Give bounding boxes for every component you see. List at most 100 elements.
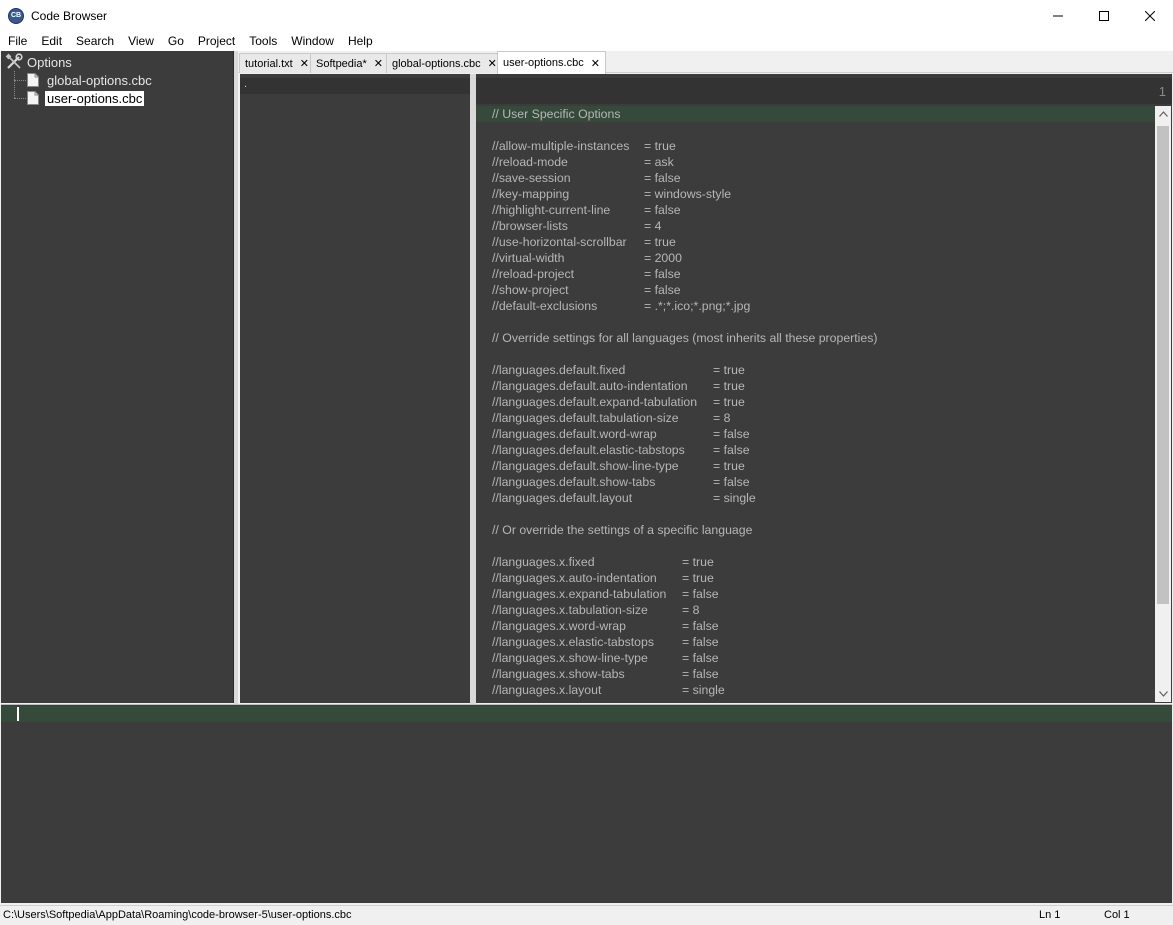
code-key: //languages.x.show-tabs bbox=[492, 667, 625, 681]
tools-icon bbox=[5, 53, 23, 69]
minimize-button[interactable] bbox=[1035, 0, 1081, 31]
close-tab-icon[interactable]: ✕ bbox=[591, 57, 600, 70]
tree-item-label: global-options.cbc bbox=[47, 72, 152, 88]
minimize-icon bbox=[1053, 15, 1063, 16]
tab-label: Softpedia* bbox=[316, 57, 367, 70]
code-value: = 8 bbox=[713, 411, 731, 425]
code-value: = .*;*.ico;*.png;*.jpg bbox=[644, 299, 751, 313]
code-value: = windows-style bbox=[644, 187, 732, 201]
code-key: //languages.default.auto-indentation bbox=[492, 379, 688, 393]
tab-label: tutorial.txt bbox=[245, 57, 293, 70]
code-editor[interactable]: 1 // User Specific Options //allow-multip… bbox=[476, 74, 1172, 703]
code-value: = 8 bbox=[682, 603, 700, 617]
code-value: = false bbox=[644, 283, 681, 297]
maximize-button[interactable] bbox=[1081, 0, 1127, 31]
code-key: //show-project bbox=[492, 283, 569, 297]
tab-tutorial[interactable]: tutorial.txt ✕ bbox=[239, 53, 315, 73]
menu-tools[interactable]: Tools bbox=[242, 31, 284, 51]
editor-tab-bar: tutorial.txt ✕ Softpedia* ✕ global-optio… bbox=[238, 51, 1173, 74]
code-key: //languages.default.elastic-tabstops bbox=[492, 443, 685, 457]
code-key: //languages.default.show-tabs bbox=[492, 475, 656, 489]
code-key: //languages.default.tabulation-size bbox=[492, 411, 679, 425]
tab-user-options[interactable]: user-options.cbc ✕ bbox=[497, 51, 606, 74]
close-tab-icon[interactable]: ✕ bbox=[488, 57, 497, 70]
close-icon bbox=[1145, 10, 1155, 21]
code-value: = false bbox=[713, 475, 750, 489]
tree-item-label: user-options.cbc bbox=[45, 90, 145, 106]
tree-root-label: Options bbox=[27, 54, 72, 70]
code-value: = false bbox=[682, 667, 719, 681]
code-key: //reload-mode bbox=[492, 155, 568, 169]
code-value: = false bbox=[682, 635, 719, 649]
tab-softpedia[interactable]: Softpedia* ✕ bbox=[310, 53, 389, 73]
close-tab-icon[interactable]: ✕ bbox=[300, 57, 309, 70]
tab-global-options[interactable]: global-options.cbc ✕ bbox=[386, 53, 503, 73]
command-input-line[interactable] bbox=[1, 706, 1172, 722]
code-value: = true bbox=[644, 139, 676, 153]
command-pane[interactable] bbox=[1, 704, 1172, 903]
code-value: = 2000 bbox=[644, 251, 682, 265]
editor-header: 1 bbox=[476, 78, 1172, 104]
close-tab-icon[interactable]: ✕ bbox=[374, 57, 383, 70]
code-key: //languages.x.expand-tabulation bbox=[492, 587, 667, 601]
window-title: Code Browser bbox=[31, 8, 108, 23]
code-key: //virtual-width bbox=[492, 251, 565, 265]
menu-window[interactable]: Window bbox=[284, 31, 341, 51]
tree-item-user-options[interactable]: user-options.cbc bbox=[27, 89, 145, 107]
code-key: //browser-lists bbox=[492, 219, 568, 233]
tree-connector bbox=[14, 80, 26, 81]
options-tree-panel: Options global-options.cbc user-options.… bbox=[1, 51, 234, 703]
menu-help[interactable]: Help bbox=[341, 31, 380, 51]
status-line: Ln 1 bbox=[1039, 909, 1061, 921]
code-key: //use-horizontal-scrollbar bbox=[492, 235, 627, 249]
file-icon bbox=[27, 73, 39, 87]
code-key: //languages.x.auto-indentation bbox=[492, 571, 657, 585]
code-key: //languages.x.layout bbox=[492, 683, 602, 697]
code-value: = true bbox=[644, 235, 676, 249]
code-value: = true bbox=[713, 379, 745, 393]
status-file-path: C:\Users\Softpedia\AppData\Roaming\code-… bbox=[3, 909, 352, 921]
menu-project[interactable]: Project bbox=[191, 31, 242, 51]
menu-view[interactable]: View bbox=[121, 31, 161, 51]
text-caret bbox=[17, 707, 19, 721]
code-value: = false bbox=[713, 427, 750, 441]
code-key: // Override settings for all languages (… bbox=[492, 331, 878, 345]
menu-file[interactable]: File bbox=[1, 31, 34, 51]
pane-splitter[interactable] bbox=[234, 51, 238, 704]
browser-list-pane[interactable]: . bbox=[240, 74, 470, 703]
code-value: = single bbox=[682, 683, 725, 697]
code-key: //languages.default.layout bbox=[492, 491, 633, 505]
list-filter-field[interactable]: . bbox=[240, 78, 470, 94]
code-key: //allow-multiple-instances bbox=[492, 139, 630, 153]
code-value: = false bbox=[682, 587, 719, 601]
tree-item-global-options[interactable]: global-options.cbc bbox=[27, 71, 154, 89]
scroll-thumb[interactable] bbox=[1157, 126, 1169, 604]
code-key: //languages.default.fixed bbox=[492, 363, 626, 377]
tab-label: user-options.cbc bbox=[503, 57, 584, 69]
menu-edit[interactable]: Edit bbox=[34, 31, 69, 51]
code-value: = true bbox=[682, 555, 714, 569]
current-line-number: 1 bbox=[1158, 84, 1166, 99]
title-bar: CB Code Browser bbox=[0, 0, 1173, 31]
code-text-area[interactable]: // User Specific Options //allow-multiple… bbox=[476, 104, 1156, 703]
chevron-down-icon bbox=[1158, 691, 1168, 697]
code-key: //key-mapping bbox=[492, 187, 570, 201]
code-value: = false bbox=[644, 267, 681, 281]
code-value: = 4 bbox=[644, 219, 662, 233]
menu-search[interactable]: Search bbox=[69, 31, 121, 51]
tree-root-options[interactable]: Options bbox=[5, 53, 72, 71]
chevron-up-icon bbox=[1158, 111, 1168, 117]
code-key: //languages.x.show-line-type bbox=[492, 651, 648, 665]
menu-bar: File Edit Search View Go Project Tools W… bbox=[0, 31, 1173, 51]
editor-vertical-scrollbar[interactable] bbox=[1155, 106, 1171, 702]
tree-connector bbox=[14, 71, 15, 98]
code-key: // User Specific Options bbox=[492, 107, 621, 121]
scroll-down-button[interactable] bbox=[1155, 686, 1171, 702]
scroll-up-button[interactable] bbox=[1155, 106, 1171, 122]
status-bar: C:\Users\Softpedia\AppData\Roaming\code-… bbox=[0, 905, 1173, 925]
code-value: = false bbox=[644, 171, 681, 185]
code-key: //languages.default.show-line-type bbox=[492, 459, 679, 473]
tab-label: global-options.cbc bbox=[392, 57, 481, 70]
close-window-button[interactable] bbox=[1127, 0, 1173, 31]
menu-go[interactable]: Go bbox=[161, 31, 191, 51]
